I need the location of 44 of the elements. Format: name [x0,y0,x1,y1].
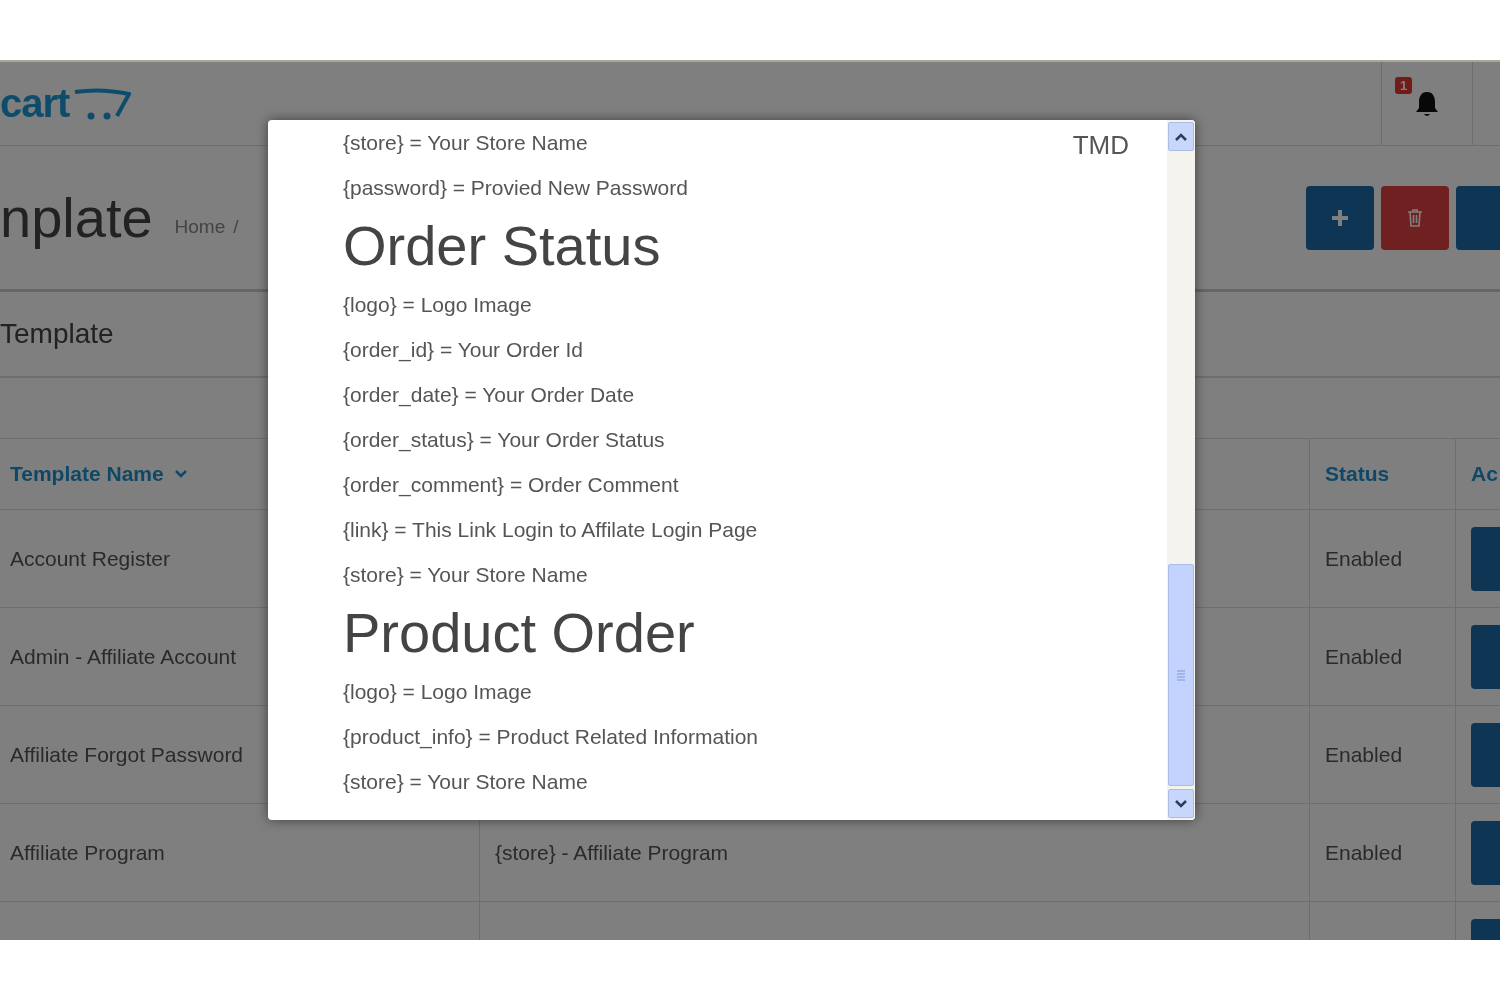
panel-title: Template [0,318,114,350]
placeholder-description: {order_id} = Your Order Id [343,337,583,364]
breadcrumb-item[interactable]: Home [174,197,226,238]
placeholder-description: {link} = This Link Login to Affilate Login Page [343,517,758,543]
placeholder-description: {order_comment} = Order Comment [343,472,679,499]
placeholder-description: {logo} = Logo Image [343,292,532,318]
scroll-down-button[interactable] [1168,789,1194,818]
bell-icon[interactable] [1414,89,1440,118]
page-title: nplate [0,185,153,250]
table-cell: Enabled [1325,546,1403,571]
placeholder-description: {store} = Your Store Name [343,130,588,156]
grip-icon [1176,669,1186,681]
add-button[interactable] [1306,185,1374,250]
table-cell: Affiliate Forgot Password [10,742,244,767]
plus-icon [1331,208,1349,227]
placeholder-description: {product_info} = Product Related Information [343,724,759,751]
table-cell: Enabled [1325,644,1403,669]
placeholder-description: {store} = Your Store Name [343,562,588,588]
cart-icon [73,85,132,122]
table-cell: Enabled [1325,840,1403,865]
delete-button[interactable] [1381,185,1449,250]
logo-text: cart [0,81,70,126]
column-header[interactable]: Status [1325,462,1390,486]
table-cell: Admin - Affiliate Account [10,644,237,669]
trash-icon [1407,208,1423,227]
table-cell: Enabled [1325,742,1403,767]
column-header[interactable]: Template Name [10,462,164,486]
placeholder-description: {logo} = Logo Image [343,679,532,705]
table-cell: Affiliate Program [10,840,165,865]
placeholder-description: {order_status} = Your Order Status [343,427,665,454]
placeholder-description: {password} = Provied New Password [343,175,688,201]
corner-label: TMD [1072,130,1129,161]
notification-badge: 1 [1395,77,1413,94]
placeholder-description: {store} = Your Store Name [343,769,588,795]
scroll-up-button[interactable] [1168,122,1194,151]
section-heading: Product Order [343,600,695,666]
breadcrumb-item: / [233,214,239,238]
table-cell: {store} - Affiliate Program [495,840,729,865]
placeholder-description: {order_date} = Your Order Date [343,382,635,409]
table-cell: Account Register [10,546,170,571]
section-heading: Order Status [343,213,661,279]
column-header[interactable]: Ac [1471,462,1498,486]
scrollbar[interactable] [1167,120,1195,820]
scroll-thumb[interactable] [1168,564,1194,786]
